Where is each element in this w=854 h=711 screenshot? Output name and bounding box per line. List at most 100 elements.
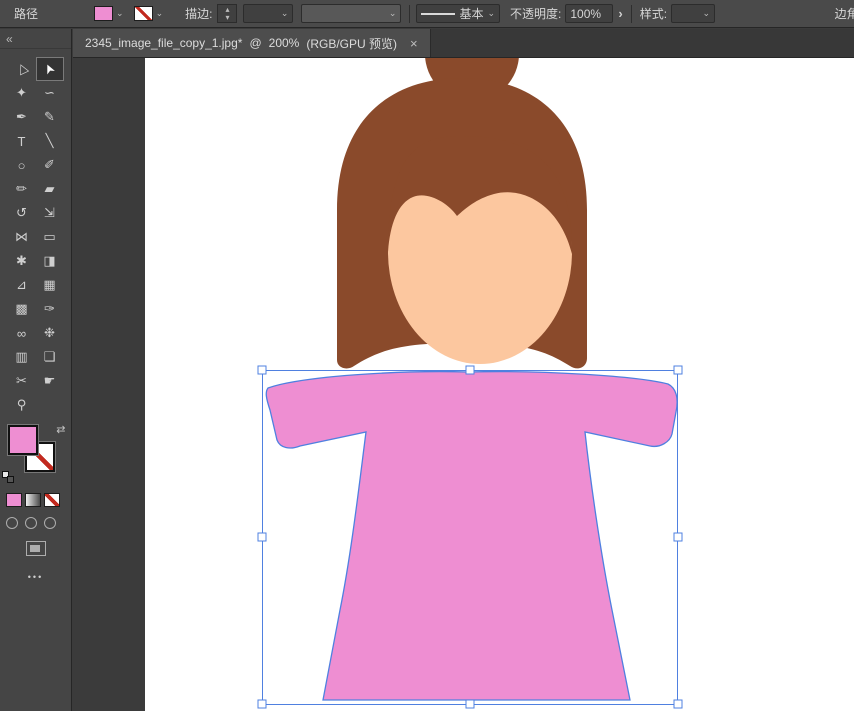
- tab-bar: 2345_image_file_copy_1.jpg* @ 200% (RGB/…: [73, 29, 854, 58]
- shape-builder-tool[interactable]: ◨: [36, 249, 64, 273]
- zoom-tool[interactable]: ⚲: [8, 393, 36, 417]
- eraser-tool[interactable]: ▰: [36, 177, 64, 201]
- screen-mode-button[interactable]: [26, 541, 46, 556]
- brush-definition-combo[interactable]: 基本 ⌄: [416, 4, 500, 23]
- color-mode-row: [6, 493, 66, 507]
- default-fill-stroke-icon[interactable]: [2, 471, 14, 483]
- shape-builder-icon: ◨: [43, 253, 55, 269]
- symbol-sprayer-icon: ❉: [44, 325, 55, 341]
- separator: [409, 5, 410, 23]
- ellipse-tool[interactable]: ○: [8, 153, 36, 177]
- perspective-grid-icon: ⊿: [16, 277, 27, 293]
- edit-toolbar-button[interactable]: •••: [28, 572, 43, 582]
- gradient-button[interactable]: [25, 493, 41, 507]
- magic-wand-tool[interactable]: ✦: [8, 81, 36, 105]
- chevron-down-icon: ⌄: [703, 8, 711, 19]
- selection-icon: ➤: [40, 61, 59, 78]
- rotate-tool[interactable]: ↺: [8, 201, 36, 225]
- fill-swatch[interactable]: [94, 6, 113, 21]
- pencil-icon: ✏: [16, 181, 27, 197]
- document-tab[interactable]: 2345_image_file_copy_1.jpg* @ 200% (RGB/…: [73, 29, 431, 57]
- scale-icon: ⇲: [44, 205, 55, 221]
- perspective-grid-tool[interactable]: ⊿: [8, 273, 36, 297]
- canvas-area[interactable]: [72, 58, 854, 711]
- magic-wand-icon: ✦: [16, 85, 27, 101]
- control-bar: 路径 ⌄ ⌄ 描边: ▴ ▾ ⌄ ⌄ 基本 ⌄ 不透明度: 100% ›: [0, 0, 854, 28]
- stroke-swatch[interactable]: [134, 6, 153, 21]
- chevron-down-icon: ⌄: [116, 8, 124, 19]
- draw-behind-button[interactable]: [25, 517, 37, 529]
- pen-tool[interactable]: ✒: [8, 105, 36, 129]
- close-tab-icon[interactable]: ×: [410, 36, 418, 51]
- pencil-tool[interactable]: ✏: [8, 177, 36, 201]
- column-graph-tool[interactable]: ▥: [8, 345, 36, 369]
- stroke-color-picker[interactable]: ⌄: [134, 4, 164, 23]
- direct-selection-icon: ▷: [12, 61, 31, 77]
- selection-handle[interactable]: [258, 366, 266, 374]
- tab-at: @: [249, 36, 261, 50]
- opacity-panel-button[interactable]: ›: [618, 6, 622, 21]
- artboard-tool[interactable]: ❏: [36, 345, 64, 369]
- stroke-weight-stepper[interactable]: ▴ ▾: [217, 4, 237, 23]
- eyedropper-tool[interactable]: ✑: [36, 297, 64, 321]
- selection-handle[interactable]: [466, 700, 474, 708]
- gradient-tool[interactable]: ▩: [8, 297, 36, 321]
- document-canvas[interactable]: [72, 58, 854, 711]
- separator: [631, 5, 632, 23]
- blend-tool[interactable]: ∞: [8, 321, 36, 345]
- direct-selection-tool[interactable]: ▷: [8, 57, 36, 81]
- zoom-icon: ⚲: [17, 397, 27, 413]
- selection-handle[interactable]: [258, 700, 266, 708]
- draw-inside-button[interactable]: [44, 517, 56, 529]
- selection-tool[interactable]: ➤: [36, 57, 64, 81]
- scale-tool[interactable]: ⇲: [36, 201, 64, 225]
- selection-handle[interactable]: [674, 366, 682, 374]
- mesh-tool[interactable]: ▦: [36, 273, 64, 297]
- slice-icon: ✂: [16, 373, 27, 389]
- width-icon: ⋈: [15, 229, 28, 245]
- draw-normal-button[interactable]: [6, 517, 18, 529]
- curvature-tool[interactable]: ✎: [36, 105, 64, 129]
- none-button[interactable]: [44, 493, 60, 507]
- type-tool[interactable]: T: [8, 129, 36, 153]
- stepper-down-icon[interactable]: ▾: [225, 14, 229, 22]
- hand-tool[interactable]: ☛: [36, 369, 64, 393]
- slice-tool[interactable]: ✂: [8, 369, 36, 393]
- draw-mode-row: [6, 517, 66, 529]
- swap-fill-stroke-icon[interactable]: ⇄: [56, 423, 65, 436]
- shaper-icon: ✱: [16, 253, 27, 269]
- chevron-down-icon: ⌄: [389, 8, 397, 19]
- opacity-value: 100%: [570, 7, 601, 21]
- stroke-unit-combo[interactable]: ⌄: [243, 4, 293, 23]
- opacity-label: 不透明度:: [510, 5, 561, 22]
- fill-color-swatch[interactable]: [8, 425, 38, 455]
- symbol-sprayer-tool[interactable]: ❉: [36, 321, 64, 345]
- chevron-down-icon: ⌄: [156, 8, 164, 19]
- chevron-down-icon: ⌄: [281, 8, 289, 19]
- free-transform-icon: ▭: [43, 229, 55, 245]
- width-profile-combo[interactable]: ⌄: [301, 4, 401, 23]
- shaper-tool[interactable]: ✱: [8, 249, 36, 273]
- selection-handle[interactable]: [466, 366, 474, 374]
- width-tool[interactable]: ⋈: [8, 225, 36, 249]
- selection-handle[interactable]: [258, 533, 266, 541]
- line-segment-tool[interactable]: ╲: [36, 129, 64, 153]
- fill-color-picker[interactable]: ⌄: [94, 4, 124, 23]
- style-combo[interactable]: ⌄: [671, 4, 715, 23]
- brush-name: 基本: [459, 5, 483, 22]
- pen-icon: ✒: [16, 109, 27, 125]
- document-title: 2345_image_file_copy_1.jpg*: [85, 36, 242, 50]
- paintbrush-tool[interactable]: ✐: [36, 153, 64, 177]
- eyedropper-icon: ✑: [44, 301, 55, 317]
- ellipse-icon: ○: [18, 158, 26, 173]
- chevron-down-icon: ⌄: [487, 8, 495, 19]
- tools-panel: « ▷ ➤ ✦ ∽ ✒ ✎T╲ ○ ✐ ✏ ▰↺ ⇲ ⋈ ▭ ✱ ◨ ⊿ ▦ ▩ ✑ ∞ ❉ ▥❏ ✂ ☛ ⚲ ⇄ •••: [0, 29, 72, 711]
- selection-handle[interactable]: [674, 533, 682, 541]
- selection-handle[interactable]: [674, 700, 682, 708]
- free-transform-tool[interactable]: ▭: [36, 225, 64, 249]
- gradient-icon: ▩: [15, 301, 27, 317]
- collapse-panel-button[interactable]: «: [0, 29, 71, 49]
- color-button[interactable]: [6, 493, 22, 507]
- opacity-input[interactable]: 100%: [565, 4, 613, 23]
- lasso-tool[interactable]: ∽: [36, 81, 64, 105]
